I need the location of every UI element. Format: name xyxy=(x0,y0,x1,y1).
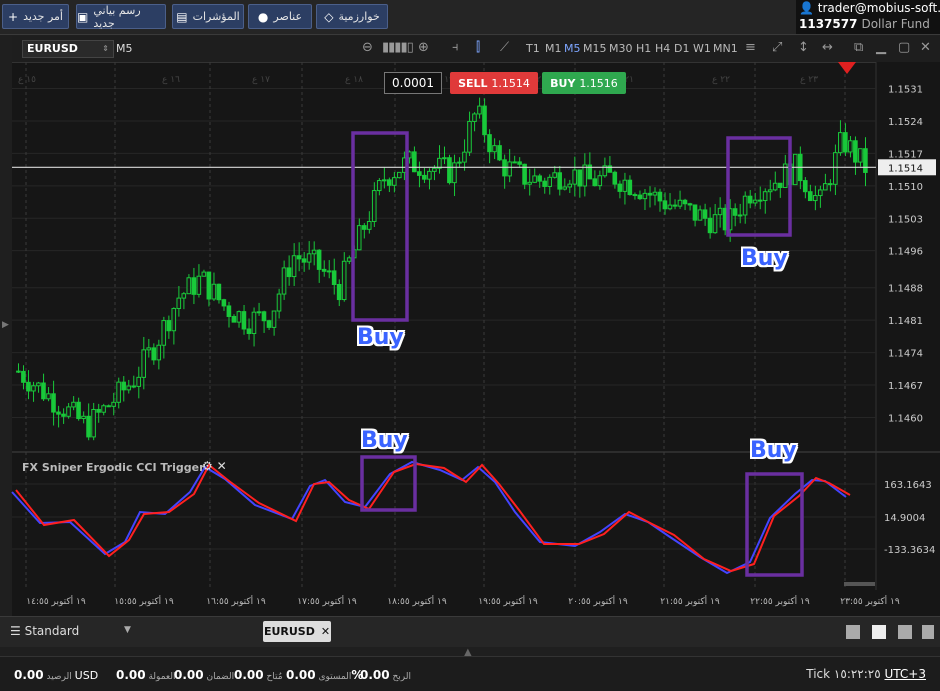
profit: 0.00 الربح xyxy=(360,668,412,682)
new-chart-button[interactable]: ▣ رسم بياني جديد xyxy=(76,4,166,30)
workspace-selector[interactable]: ☰ Standard xyxy=(10,624,79,638)
new-order-button[interactable]: + أمر جديد xyxy=(2,4,69,29)
expand-panel-icon[interactable]: ▶ xyxy=(2,320,9,330)
current-timeframe: M5 xyxy=(116,42,133,55)
account-number: 1137577 Dollar Fund xyxy=(799,17,930,31)
zoom-out-icon[interactable]: ⊖ xyxy=(362,40,373,55)
margin: 0.00 الضمان xyxy=(174,668,235,682)
tab-eurusd[interactable]: EURUSD ✕ xyxy=(263,621,331,642)
buy-annotation: Buy xyxy=(361,428,408,453)
line-chart-type-icon[interactable]: ⟋ xyxy=(500,40,509,55)
zoom-in-icon[interactable]: ⊕ xyxy=(418,40,429,55)
balance: 0.00 الرصيد USD xyxy=(14,668,99,682)
minimize-icon[interactable]: ▁ xyxy=(876,40,886,55)
account-info[interactable]: 👤 trader@mobius-soft.org 1137577Dollar F… xyxy=(796,0,940,34)
fibonacci-icon[interactable]: ≡ xyxy=(745,40,756,55)
layout-grid-button[interactable] xyxy=(872,625,886,639)
layout-single-button[interactable] xyxy=(846,625,860,639)
main-toolbar: + أمر جديد ▣ رسم بياني جديد ▤ المؤشرات ● عنا… xyxy=(0,0,940,35)
tf-H1[interactable]: H1 xyxy=(636,42,651,55)
diamond-icon: ◇ xyxy=(324,9,334,24)
buy-button[interactable]: BUY 1.1516 xyxy=(542,72,626,94)
bar-chart-type-icon[interactable]: ⫞ xyxy=(452,40,459,55)
buy-annotation: Buy xyxy=(750,438,797,463)
margin-level: 0.00 المستوى% xyxy=(286,668,364,682)
buy-annotation: Buy xyxy=(357,325,404,350)
chevron-updown-icon: ⇕ xyxy=(102,44,109,53)
chart-toolbar: EURUSD ⇕ M5 ⊖ ▮▮▮▮▯ ⊕ ⫞ ⫿ ⟋ T1 M1 M5 M15 … xyxy=(12,36,940,63)
lot-size-input[interactable]: 0.0001 xyxy=(384,72,442,94)
user-icon: 👤 xyxy=(799,1,814,15)
indicators-button[interactable]: ▤ المؤشرات xyxy=(172,4,244,29)
menu-icon: ☰ xyxy=(10,624,21,638)
zoom-slider[interactable]: ▮▮▮▮▯ xyxy=(382,40,414,55)
tf-H4[interactable]: H4 xyxy=(655,42,670,55)
indicator-controls: ⚙ ✕ xyxy=(202,459,227,473)
chart-area[interactable] xyxy=(12,36,940,616)
maximize-icon[interactable]: ▢ xyxy=(898,40,910,55)
tf-W1[interactable]: W1 xyxy=(693,42,711,55)
vertical-line-icon[interactable]: ↕ xyxy=(798,40,809,55)
workspace-tabs: ☰ Standard ▼ EURUSD ✕ xyxy=(0,616,940,647)
close-icon[interactable]: ✕ xyxy=(217,459,227,473)
close-chart-icon[interactable]: ✕ xyxy=(920,40,931,55)
plus-icon: + xyxy=(8,9,19,24)
algorithm-button[interactable]: ◇ خوارزمية xyxy=(316,4,388,29)
chevron-down-icon[interactable]: ▼ xyxy=(124,625,131,635)
objects-icon: ● xyxy=(257,9,269,24)
layout-rows-button[interactable] xyxy=(922,625,934,639)
server-time: Tick ١٥:٢٢:٢٥ UTC+3 xyxy=(806,667,926,681)
tf-M30[interactable]: M30 xyxy=(609,42,633,55)
tf-MN1[interactable]: MN1 xyxy=(713,42,738,55)
sell-button[interactable]: SELL 1.1514 xyxy=(450,72,538,94)
status-bar: 0.00 الرصيد USD 0.00 العمولة 0.00 الضمان… xyxy=(0,656,940,691)
indicators-icon: ▤ xyxy=(176,9,188,24)
tf-T1[interactable]: T1 xyxy=(526,42,540,55)
commission: 0.00 العمولة xyxy=(116,668,176,682)
trendline-icon[interactable]: ⤢ xyxy=(772,40,782,55)
buy-annotation: Buy xyxy=(741,246,788,271)
candle-chart-type-icon[interactable]: ⫿ xyxy=(476,40,480,55)
symbol-selector[interactable]: EURUSD ⇕ xyxy=(22,40,114,58)
gear-icon[interactable]: ⚙ xyxy=(202,459,213,473)
free-margin: 0.00 مُتاح xyxy=(234,668,283,682)
tf-M15[interactable]: M15 xyxy=(583,42,607,55)
close-icon[interactable]: ✕ xyxy=(321,625,330,638)
indicator-title: FX Sniper Ergodic CCI Trigger xyxy=(22,461,205,474)
tf-D1[interactable]: D1 xyxy=(674,42,689,55)
horizontal-line-icon[interactable]: ↔ xyxy=(822,40,833,55)
objects-button[interactable]: ● عناصر xyxy=(248,4,312,29)
tf-M1[interactable]: M1 xyxy=(545,42,562,55)
account-email: 👤 trader@mobius-soft.org xyxy=(799,1,940,15)
chart-icon: ▣ xyxy=(77,9,89,24)
detach-icon[interactable]: ⧉ xyxy=(854,40,863,55)
layout-columns-button[interactable] xyxy=(898,625,912,639)
tf-M5[interactable]: M5 xyxy=(564,42,581,55)
